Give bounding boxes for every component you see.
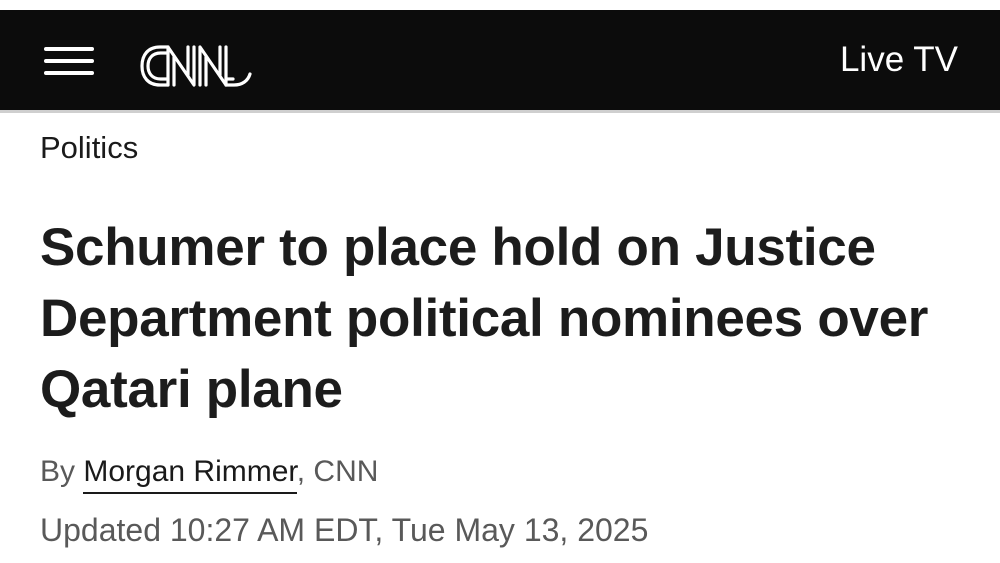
- menu-line: [44, 59, 94, 63]
- section-label-politics[interactable]: Politics: [40, 128, 138, 168]
- menu-line: [44, 47, 94, 51]
- byline-prefix: By: [40, 455, 76, 488]
- updated-timestamp: Updated 10:27 AM EDT, Tue May 13, 2025: [40, 512, 649, 548]
- live-tv-link[interactable]: Live TV: [840, 40, 958, 80]
- top-navigation-bar: Live TV: [0, 10, 1000, 110]
- cnn-logo[interactable]: [138, 40, 256, 92]
- byline: By Morgan Rimmer, CNN: [40, 452, 379, 494]
- top-strip: [0, 0, 1000, 10]
- author-link[interactable]: Morgan Rimmer: [83, 455, 297, 494]
- nav-divider: [0, 110, 1000, 113]
- hamburger-menu-icon[interactable]: [44, 44, 94, 78]
- article-headline: Schumer to place hold on Justice Departm…: [40, 218, 929, 419]
- menu-line: [44, 71, 94, 75]
- byline-source: , CNN: [296, 455, 379, 488]
